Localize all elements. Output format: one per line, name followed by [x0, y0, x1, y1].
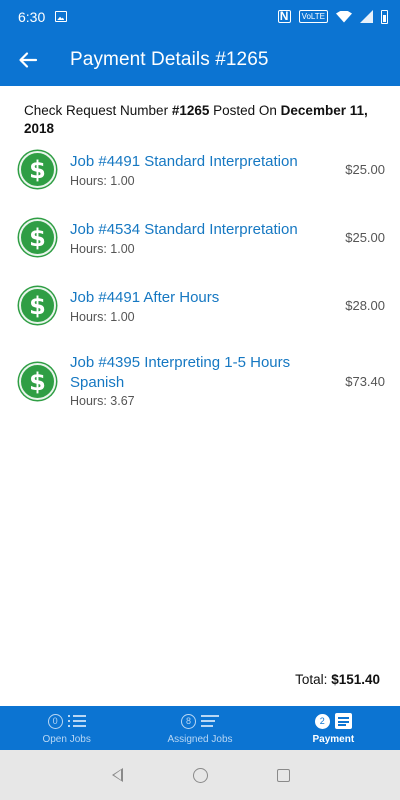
job-hours: Hours: 1.00	[70, 242, 135, 256]
job-title-link[interactable]: Job #4534 Standard Interpretation	[70, 220, 335, 240]
check-request-summary: Check Request Number #1265 Posted On Dec…	[24, 102, 374, 138]
job-amount: $73.40	[345, 374, 385, 389]
battery-icon	[381, 9, 388, 24]
tab-label: Assigned Jobs	[167, 734, 233, 745]
bottom-navigation: 0 Open Jobs 8 Assigned Jobs 2 Payment	[0, 706, 400, 750]
system-navigation-bar	[0, 750, 400, 800]
recents-square-icon	[276, 768, 290, 782]
document-icon	[334, 713, 352, 729]
job-title-link[interactable]: Job #4491 After Hours	[70, 288, 335, 308]
dollar-icon: $	[19, 287, 56, 324]
open-jobs-count-badge: 0	[47, 713, 63, 729]
status-icons: N VoLTE	[277, 9, 388, 24]
system-home-button[interactable]	[191, 766, 209, 784]
request-number: #1265	[171, 103, 210, 118]
nfc-icon: N	[277, 10, 291, 23]
tab-open-jobs[interactable]: 0 Open Jobs	[0, 706, 133, 750]
back-triangle-icon	[111, 768, 123, 782]
job-title-link[interactable]: Job #4395 Interpreting 1-5 Hours Spanish	[70, 353, 335, 393]
total-value: $151.40	[331, 672, 380, 687]
system-back-button[interactable]	[108, 766, 126, 784]
status-time: 6:30	[18, 8, 46, 25]
dollar-icon: $	[19, 151, 56, 188]
job-amount: $25.00	[345, 162, 385, 177]
status-bar: 6:30 N VoLTE	[0, 0, 400, 33]
request-middle: Posted On	[209, 103, 281, 118]
bulleted-list-icon	[67, 714, 86, 728]
tab-payment[interactable]: 2 Payment	[267, 706, 400, 750]
job-hours: Hours: 3.67	[70, 394, 135, 408]
home-circle-icon	[192, 767, 208, 783]
request-prefix: Check Request Number	[24, 103, 172, 118]
app-bar: Payment Details #1265	[0, 33, 400, 86]
system-recents-button[interactable]	[274, 766, 292, 784]
volte-icon: VoLTE	[298, 10, 328, 23]
lines-list-icon	[200, 714, 219, 728]
arrow-left-icon	[19, 51, 38, 68]
job-hours: Hours: 1.00	[70, 174, 135, 188]
assigned-jobs-count-badge: 8	[180, 713, 196, 729]
payment-total: Total: $151.40	[295, 672, 380, 687]
job-title-link[interactable]: Job #4491 Standard Interpretation	[70, 152, 335, 172]
back-button[interactable]	[0, 33, 56, 86]
payment-count-badge: 2	[314, 713, 330, 729]
tab-label: Payment	[312, 734, 355, 745]
payment-details-content: Check Request Number #1265 Posted On Dec…	[0, 86, 400, 706]
job-hours: Hours: 1.00	[70, 310, 135, 324]
image-icon	[55, 11, 68, 22]
tab-assigned-jobs[interactable]: 8 Assigned Jobs	[133, 706, 266, 750]
dollar-icon: $	[19, 219, 56, 256]
job-amount: $25.00	[345, 230, 385, 245]
job-amount: $28.00	[345, 298, 385, 313]
dollar-icon: $	[19, 363, 56, 400]
page-title: Payment Details #1265	[70, 48, 269, 70]
signal-icon	[360, 10, 373, 23]
tab-label: Open Jobs	[42, 734, 91, 745]
wifi-icon	[336, 10, 352, 23]
total-label: Total:	[295, 672, 332, 687]
